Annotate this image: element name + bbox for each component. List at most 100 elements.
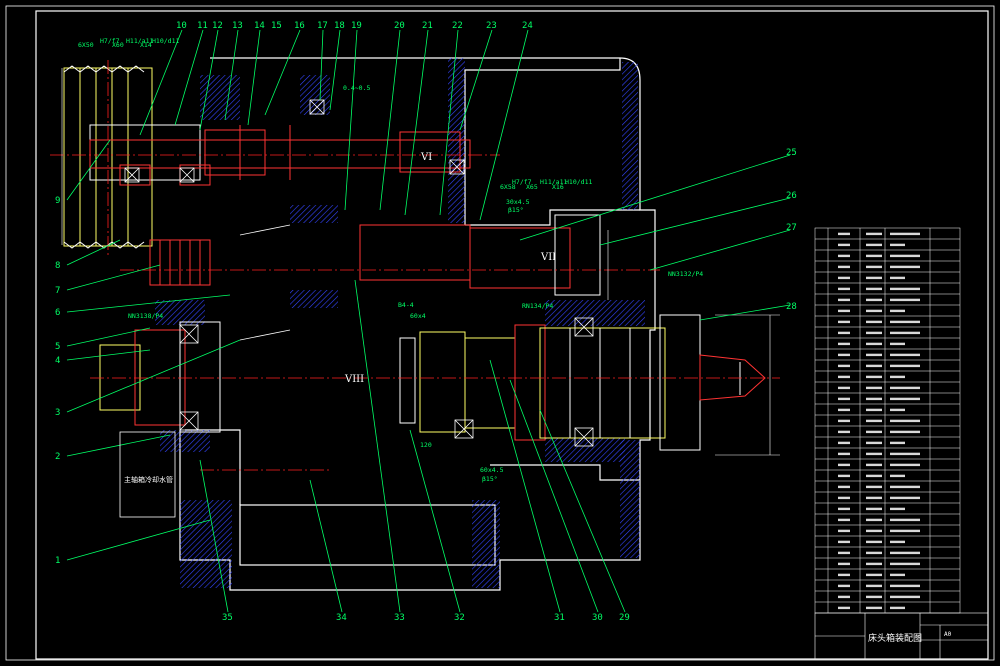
callout-8: 8 — [55, 261, 60, 271]
bom-cell-mark — [890, 276, 905, 280]
callout-13: 13 — [232, 21, 243, 31]
callout-16: 16 — [294, 21, 305, 31]
bom-cell-mark — [866, 419, 882, 423]
bom-cell-mark — [866, 342, 882, 346]
shaft-vii: VII — [540, 252, 556, 263]
bom-cell-mark — [890, 364, 920, 368]
clutch-shaft — [149, 214, 601, 296]
bom-cell-mark — [890, 584, 920, 588]
bom-cell-mark — [890, 254, 920, 258]
bom-cell-mark — [890, 342, 905, 346]
bom-cell-mark — [866, 485, 882, 489]
bom-cell-mark — [890, 529, 920, 533]
bearings — [124, 99, 594, 447]
bom-cell-mark — [838, 386, 850, 390]
sheet-size: A0 — [944, 631, 952, 638]
bom-cell-mark — [838, 353, 850, 357]
bom-cell-mark — [890, 507, 905, 511]
bom-cell-mark — [838, 507, 850, 511]
callouts-top: 10 11 12 13 14 15 16 17 18 19 20 21 22 2… — [176, 21, 533, 31]
callout-26: 26 — [786, 191, 797, 201]
bom-cell-mark — [838, 595, 850, 599]
drawing-title: 床头箱装配图 — [868, 632, 922, 644]
bom-cell-mark — [838, 375, 850, 379]
bom-cell-mark — [866, 507, 882, 511]
bom-cell-mark — [866, 463, 882, 467]
bom-cell-mark — [838, 276, 850, 280]
bom-cell-mark — [866, 573, 882, 577]
bom-cell-mark — [866, 276, 882, 280]
bom-cell-mark — [838, 287, 850, 291]
bom-cell-mark — [866, 375, 882, 379]
bom-cell-mark — [838, 496, 850, 500]
callout-2: 2 — [55, 452, 60, 462]
bom-cell-mark — [866, 430, 882, 434]
bom-cell-mark — [838, 265, 850, 269]
bom-cell-mark — [866, 562, 882, 566]
callout-23: 23 — [486, 21, 497, 31]
callout-18: 18 — [334, 21, 345, 31]
spline2-c: X16 — [552, 183, 564, 191]
bom-cell-mark — [866, 364, 882, 368]
spline2-b: X65 — [526, 183, 538, 191]
bom-cell-mark — [890, 243, 905, 247]
bom-cell-mark — [890, 463, 920, 467]
bom-cell-mark — [890, 353, 920, 357]
dimension-texts: 6X50 H7/f7 X60 H11/a11 X14 H10/d11 6X58 … — [78, 37, 703, 483]
bom-cell-mark — [890, 551, 920, 555]
bom-cell-mark — [866, 320, 882, 324]
bom-cell-mark — [890, 430, 920, 434]
callouts-left: 9 8 7 6 5 4 3 2 1 — [55, 196, 60, 566]
bom-cell-mark — [890, 562, 920, 566]
bom-cell-mark — [890, 573, 905, 577]
bom-cell-mark — [866, 408, 882, 412]
bom-row-marks — [838, 232, 920, 610]
spline1-text: 6X50 — [78, 41, 94, 49]
bom-cell-mark — [890, 518, 920, 522]
spline1-fit3: H10/d11 — [152, 37, 179, 45]
bom-cell-mark — [866, 309, 882, 313]
bom-cell-mark — [866, 518, 882, 522]
pulley — [63, 65, 201, 249]
callout-32: 32 — [454, 613, 465, 623]
bom-cell-mark — [838, 562, 850, 566]
bom-cell-mark — [866, 331, 882, 335]
bom-cell-mark — [866, 474, 882, 478]
bom-cell-mark — [838, 243, 850, 247]
bearing2: NN3138/P4 — [128, 312, 163, 320]
callout-10: 10 — [176, 21, 187, 31]
bom-cell-mark — [890, 595, 920, 599]
callout-27: 27 — [786, 223, 797, 233]
callout-30: 30 — [592, 613, 603, 623]
bearing3: RN134/P4 — [522, 302, 553, 310]
bom-cell-mark — [890, 298, 920, 302]
bom-cell-mark — [838, 529, 850, 533]
bom-cell-mark — [890, 375, 905, 379]
bom-cell-mark — [890, 441, 905, 445]
bom-cell-mark — [866, 298, 882, 302]
bom-cell-mark — [838, 331, 850, 335]
bom-cell-mark — [838, 485, 850, 489]
bom-cell-mark — [838, 452, 850, 456]
bom-cell-mark — [890, 485, 920, 489]
spline2-fit3: H10/d11 — [565, 178, 592, 186]
callout-22: 22 — [452, 21, 463, 31]
chamfer2: 60x4.5 — [480, 466, 504, 474]
bom-cell-mark — [890, 606, 905, 610]
bom-cell-mark — [866, 254, 882, 258]
bearing1: NN3132/P4 — [668, 270, 703, 278]
h120: 120 — [420, 441, 432, 449]
bom-cell-mark — [838, 441, 850, 445]
bom-cell-mark — [838, 474, 850, 478]
cooling-note: 主轴箱冷却水管 — [124, 475, 173, 484]
callout-34: 34 — [336, 613, 347, 623]
bom-table — [814, 227, 961, 614]
bom-cell-mark — [838, 573, 850, 577]
chamfer1: 30x4.5 — [506, 198, 530, 206]
bom-cell-mark — [838, 232, 850, 236]
bom-cell-mark — [890, 474, 905, 478]
callout-4: 4 — [55, 356, 60, 366]
bom-cell-mark — [866, 496, 882, 500]
chamfer2-deg: β15° — [482, 475, 498, 483]
bom-cell-mark — [838, 397, 850, 401]
